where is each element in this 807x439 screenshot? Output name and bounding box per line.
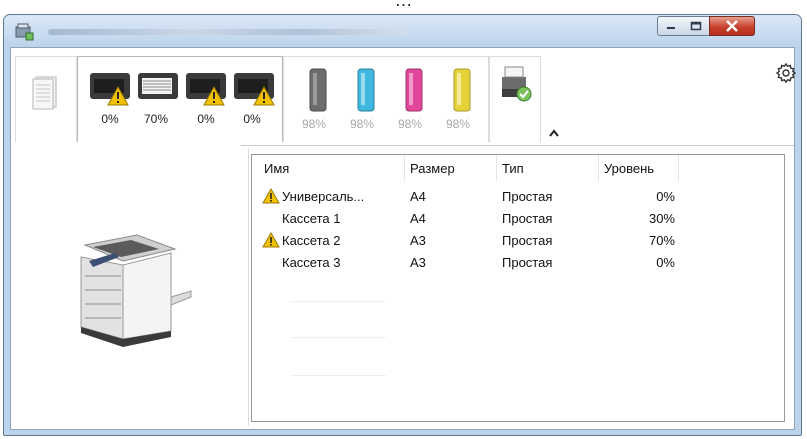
title-bar[interactable] — [4, 15, 801, 47]
pane-divider — [248, 148, 249, 426]
tray-1-level: 0% — [101, 112, 119, 126]
column-separator — [678, 155, 679, 181]
row-size: A4 — [410, 189, 426, 204]
tray-2-level: 70% — [143, 112, 169, 126]
paper-tray-4-icon — [234, 73, 275, 106]
column-type[interactable]: Тип — [502, 161, 524, 176]
printer-status-window: 0% 70% 0% 0% 98% 98% 98% 98% Имя Размер … — [3, 14, 802, 436]
toner-black-icon — [309, 68, 327, 112]
row-name[interactable]: Универсаль... — [282, 189, 364, 204]
toner-cartridge-icons — [309, 68, 471, 112]
empty-row-line — [290, 301, 386, 302]
client-area: 0% 70% 0% 0% 98% 98% 98% 98% Имя Размер … — [10, 47, 797, 430]
toner-yellow-level: 98% — [445, 117, 471, 131]
row-type: Простая — [502, 233, 553, 248]
toner-magenta-level: 98% — [397, 117, 423, 131]
tray-3-level: 0% — [197, 112, 215, 126]
row-type: Простая — [502, 255, 553, 270]
column-name[interactable]: Имя — [264, 161, 289, 176]
list-view-button[interactable] — [15, 56, 77, 142]
device-status-button[interactable] — [489, 56, 541, 142]
toner-magenta-icon — [405, 68, 423, 112]
row-level: 0% — [656, 189, 675, 204]
column-level[interactable]: Уровень — [604, 161, 654, 176]
toner-black-level: 98% — [301, 117, 327, 131]
row-size: A3 — [410, 233, 426, 248]
status-toolbar: 0% 70% 0% 0% 98% 98% 98% 98% — [11, 48, 797, 146]
minimize-icon — [666, 27, 675, 29]
minimize-button[interactable] — [657, 16, 684, 36]
maximize-icon — [690, 21, 702, 31]
paper-tray-1-icon — [90, 73, 130, 106]
row-name[interactable]: Кассета 1 — [282, 211, 340, 226]
pages-icon — [32, 76, 57, 110]
row-type: Простая — [502, 211, 553, 226]
row-level: 30% — [648, 211, 675, 226]
maximize-button[interactable] — [683, 16, 710, 36]
column-separator — [598, 155, 599, 181]
toner-cyan-level: 98% — [349, 117, 375, 131]
printer-ok-icon — [502, 66, 532, 102]
top-caption: … — [0, 0, 807, 9]
paper-tray-3-icon — [186, 73, 226, 106]
tray-4-level: 0% — [243, 112, 261, 126]
paper-tray-2-icon — [138, 73, 178, 99]
printer-device-image — [80, 234, 192, 347]
device-image-pane — [11, 145, 241, 429]
chevron-up-icon[interactable] — [548, 128, 560, 138]
row-type: Простая — [502, 189, 553, 204]
paper-tray-icons — [90, 73, 275, 106]
row-size: A4 — [410, 211, 426, 226]
paper-source-list[interactable]: Имя Размер Тип Уровень Универсаль... A4 … — [251, 154, 785, 422]
warning-icon — [262, 232, 280, 248]
window-title — [48, 29, 408, 35]
close-icon — [726, 20, 738, 32]
toner-group[interactable]: 98% 98% 98% 98% — [283, 56, 489, 142]
row-name[interactable]: Кассета 3 — [282, 255, 340, 270]
paper-trays-group[interactable]: 0% 70% 0% 0% — [77, 56, 283, 142]
column-separator — [404, 155, 405, 181]
row-size: A3 — [410, 255, 426, 270]
printer-app-icon — [15, 23, 34, 41]
row-level: 0% — [656, 255, 675, 270]
gear-icon[interactable] — [775, 62, 797, 84]
row-level: 70% — [648, 233, 675, 248]
column-size[interactable]: Размер — [410, 161, 455, 176]
empty-row-line — [290, 375, 386, 376]
warning-icon — [262, 188, 280, 204]
empty-row-line — [290, 337, 386, 338]
column-separator — [496, 155, 497, 181]
close-button[interactable] — [709, 16, 755, 36]
toner-yellow-icon — [453, 68, 471, 112]
toner-cyan-icon — [357, 68, 375, 112]
row-name[interactable]: Кассета 2 — [282, 233, 340, 248]
